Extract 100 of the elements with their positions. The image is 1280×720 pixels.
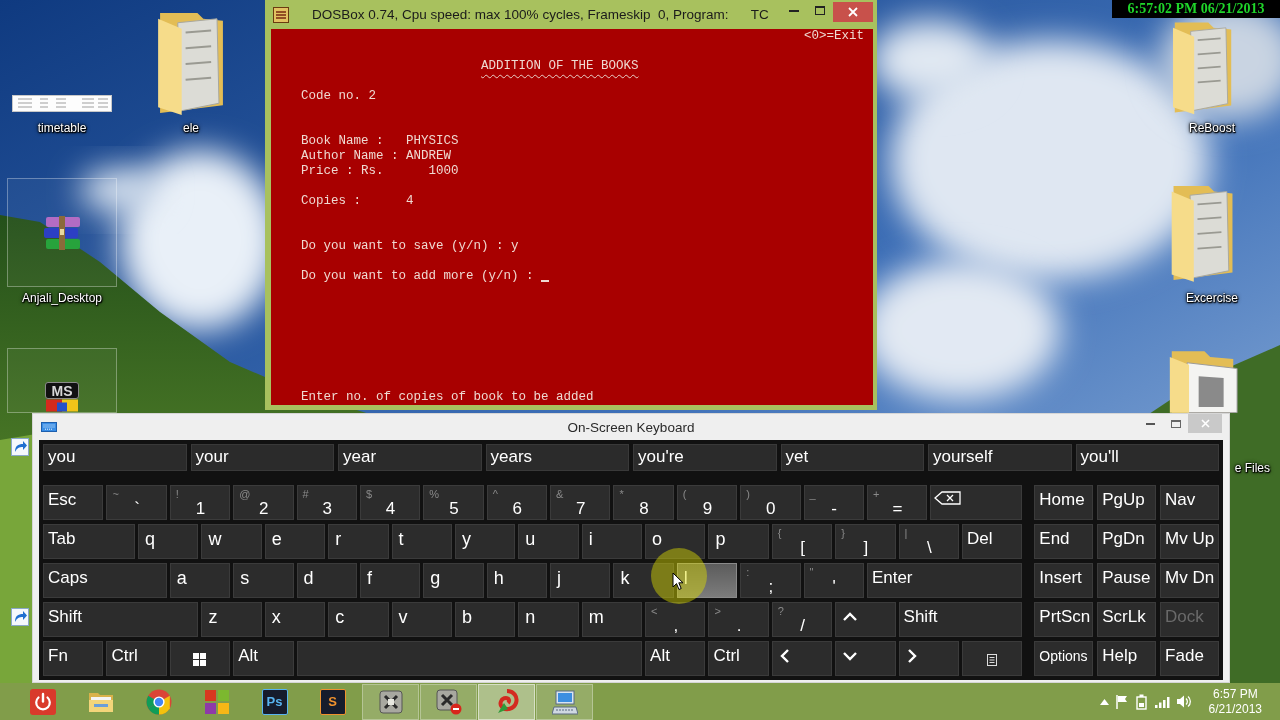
command-key[interactable]: Enter — [866, 563, 1023, 598]
letter-key[interactable]: r — [328, 524, 389, 559]
command-key[interactable]: Help — [1097, 641, 1157, 676]
command-key[interactable]: Home — [1034, 485, 1094, 520]
command-key[interactable]: Mv Up — [1160, 524, 1219, 559]
letter-key[interactable]: o — [645, 524, 706, 559]
word-suggestion[interactable]: you're — [633, 444, 777, 471]
command-key[interactable]: Alt — [645, 641, 706, 676]
speaker-icon[interactable] — [1176, 695, 1192, 708]
command-key[interactable]: Options — [1034, 641, 1094, 676]
symbol-key[interactable]: } ] — [835, 524, 896, 559]
letter-key[interactable]: n — [518, 602, 579, 637]
command-key[interactable]: Shift — [43, 602, 199, 637]
symbol-key[interactable]: " ' — [803, 563, 864, 598]
flag-icon[interactable] — [1115, 694, 1128, 709]
symbol-key[interactable]: ^ 6 — [486, 485, 547, 520]
symbol-key[interactable]: ? / — [771, 602, 833, 637]
symbol-key[interactable]: < , — [645, 602, 706, 637]
symbol-key[interactable]: $ 4 — [359, 485, 421, 520]
arrow-key[interactable] — [835, 602, 896, 637]
letter-key[interactable]: p — [708, 524, 769, 559]
command-key[interactable]: Insert — [1034, 563, 1094, 598]
symbol-key[interactable]: @ 2 — [233, 485, 294, 520]
command-key[interactable]: Nav — [1160, 485, 1219, 520]
symbol-key[interactable]: ! 1 — [169, 485, 231, 520]
word-suggestion[interactable]: yet — [780, 444, 924, 471]
symbol-key[interactable]: > . — [708, 602, 769, 637]
command-key[interactable]: Fade — [1160, 641, 1219, 676]
letter-key[interactable]: y — [454, 524, 516, 559]
word-suggestion[interactable]: you'll — [1075, 444, 1219, 471]
command-key[interactable]: Alt — [233, 641, 294, 676]
symbol-key[interactable]: + = — [866, 485, 928, 520]
symbol-key[interactable]: * 8 — [613, 485, 674, 520]
taskbar-button[interactable] — [362, 683, 419, 720]
letter-key[interactable]: t — [391, 524, 452, 559]
letter-key[interactable]: w — [201, 524, 262, 559]
symbol-key[interactable]: ) 0 — [740, 485, 801, 520]
letter-key[interactable]: e — [264, 524, 326, 559]
backspace-key[interactable] — [930, 485, 1023, 520]
archive-books-icon[interactable] — [42, 214, 82, 251]
taskbar-button[interactable]: S — [304, 683, 361, 720]
letter-key[interactable]: u — [518, 524, 579, 559]
word-suggestion[interactable]: year — [338, 444, 482, 471]
symbol-key[interactable]: | \ — [898, 524, 959, 559]
letter-key[interactable]: s — [233, 563, 294, 598]
letter-key[interactable]: x — [264, 602, 326, 637]
command-key[interactable]: Ctrl — [708, 641, 769, 676]
taskbar-button[interactable] — [478, 683, 535, 720]
prompt-text: Do you want to save (y/n) : y — [301, 239, 519, 254]
command-key[interactable]: End — [1034, 524, 1094, 559]
letter-key[interactable]: b — [454, 602, 516, 637]
table-thumbnail-icon[interactable] — [12, 95, 112, 112]
command-key[interactable]: Del — [961, 524, 1023, 559]
symbol-key[interactable]: ( 9 — [676, 485, 738, 520]
symbol-key[interactable]: ~ ` — [106, 485, 167, 520]
command-key[interactable]: PrtScn — [1034, 602, 1094, 637]
arrow-key[interactable] — [835, 641, 896, 676]
letter-key[interactable]: g — [423, 563, 484, 598]
command-key[interactable]: Caps — [43, 563, 167, 598]
letter-key[interactable]: d — [296, 563, 357, 598]
taskbar-button[interactable] — [420, 683, 477, 720]
letter-key[interactable]: c — [328, 602, 389, 637]
command-key[interactable]: Fn — [43, 641, 104, 676]
symbol-key[interactable]: # 3 — [296, 485, 357, 520]
letter-key[interactable]: f — [359, 563, 421, 598]
command-key[interactable]: Tab — [43, 524, 136, 559]
symbol-key[interactable]: % 5 — [423, 485, 484, 520]
letter-key[interactable]: z — [201, 602, 262, 637]
command-key[interactable]: Ctrl — [106, 641, 167, 676]
symbol-key[interactable]: : ; — [740, 563, 801, 598]
letter-key[interactable]: k — [613, 563, 674, 598]
command-key[interactable]: Pause — [1097, 563, 1157, 598]
command-key[interactable]: ScrLk — [1097, 602, 1157, 637]
letter-key[interactable]: m — [581, 602, 643, 637]
chevron-up-icon[interactable] — [1099, 698, 1109, 705]
letter-key[interactable]: a — [169, 563, 231, 598]
command-key[interactable]: PgUp — [1097, 485, 1157, 520]
word-suggestion[interactable]: years — [485, 444, 629, 471]
command-key[interactable]: PgDn — [1097, 524, 1157, 559]
command-key[interactable]: Shift — [898, 602, 1023, 637]
word-suggestion[interactable]: your — [190, 444, 334, 471]
letter-key[interactable]: q — [138, 524, 199, 559]
letter-key[interactable]: j — [550, 563, 611, 598]
letter-key[interactable]: i — [581, 524, 643, 559]
arrow-key[interactable] — [771, 641, 833, 676]
letter-key[interactable]: v — [391, 602, 452, 637]
symbol-key[interactable]: _ - — [803, 485, 864, 520]
taskbar-button[interactable]: Ps — [246, 683, 303, 720]
word-suggestion[interactable]: you — [43, 444, 187, 471]
command-key[interactable]: Esc — [43, 485, 104, 520]
symbol-key[interactable]: & 7 — [550, 485, 611, 520]
windows-key[interactable] — [169, 641, 231, 676]
signal-bars-icon[interactable] — [1154, 695, 1170, 708]
letter-key[interactable]: h — [486, 563, 547, 598]
menu-key[interactable] — [961, 641, 1023, 676]
symbol-key[interactable]: { [ — [771, 524, 833, 559]
command-key[interactable]: Mv Dn — [1160, 563, 1219, 598]
battery-icon[interactable] — [1134, 693, 1148, 710]
close-button[interactable] — [833, 2, 873, 22]
word-suggestion[interactable]: yourself — [928, 444, 1072, 471]
